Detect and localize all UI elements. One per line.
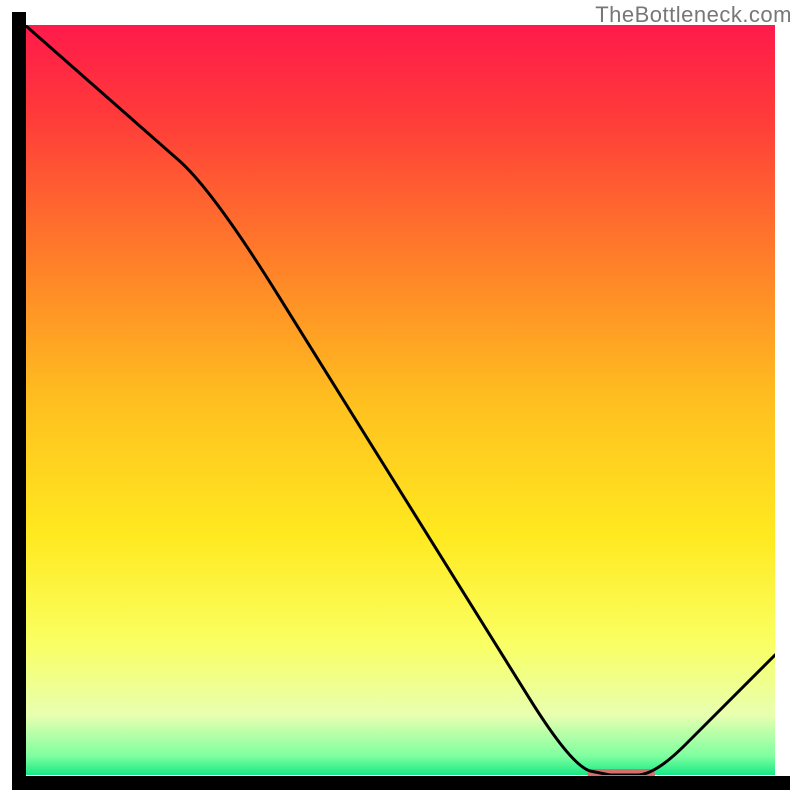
chart-container: TheBottleneck.com — [0, 0, 800, 800]
plot-background — [25, 25, 775, 775]
x-axis — [12, 776, 790, 790]
watermark-text: TheBottleneck.com — [595, 2, 792, 28]
chart-svg — [0, 0, 800, 800]
y-axis — [12, 12, 26, 790]
